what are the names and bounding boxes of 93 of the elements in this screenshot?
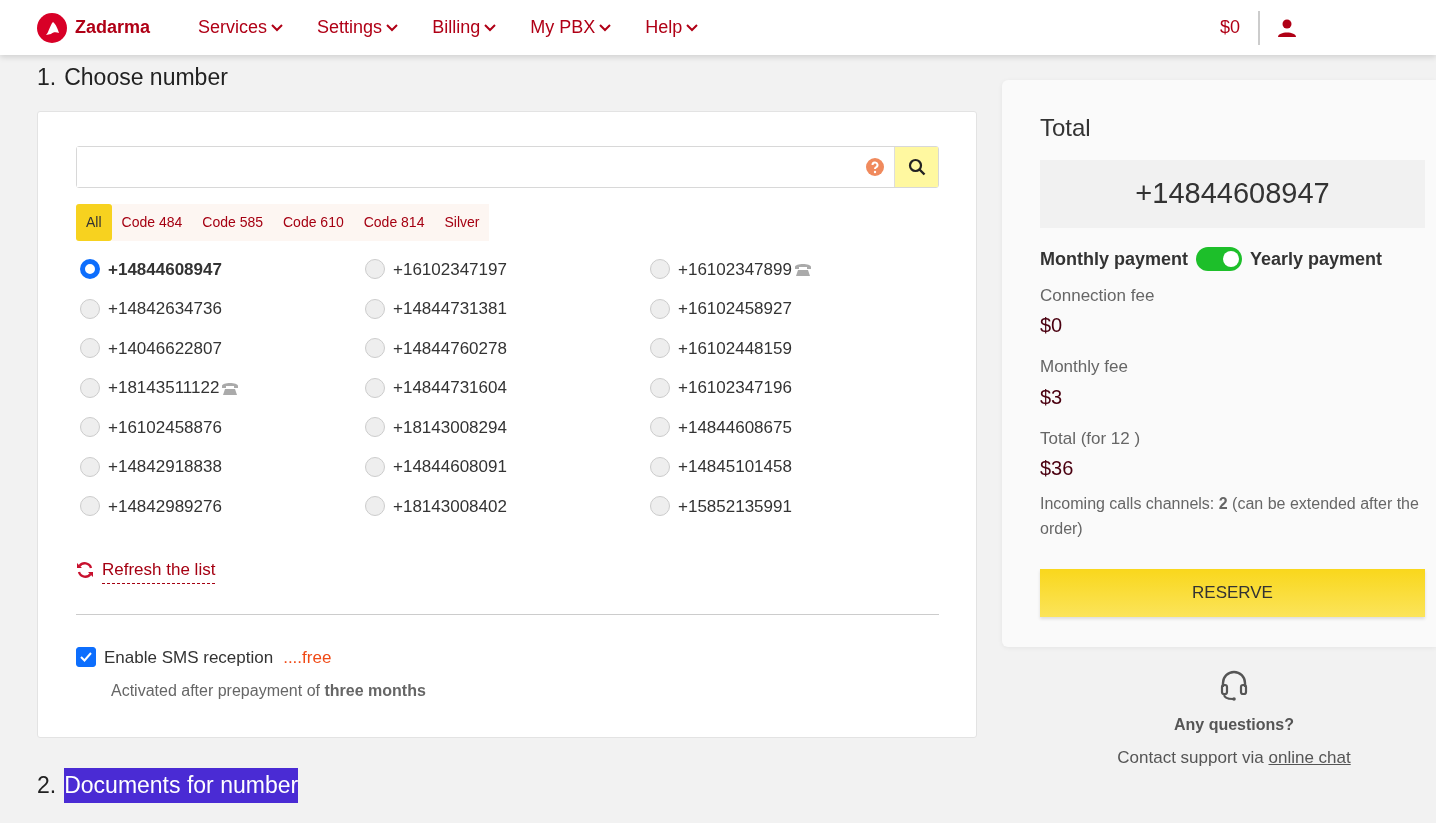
radio-button[interactable] — [80, 298, 100, 319]
sms-label[interactable]: Enable SMS reception — [104, 644, 274, 670]
help-icon[interactable] — [866, 157, 884, 176]
section-title: Documents for number — [64, 768, 299, 803]
menu-item[interactable]: Services — [198, 14, 284, 41]
fee-value: $0 — [1040, 313, 1064, 338]
chevron-down-icon — [599, 23, 612, 32]
radio-button[interactable] — [80, 338, 100, 359]
radio-button[interactable] — [650, 456, 670, 477]
step-number: 2. — [37, 771, 57, 800]
phone-number[interactable]: +18143008402 — [393, 493, 507, 519]
phone-number[interactable]: +16102448159 — [678, 335, 792, 361]
phone-number[interactable]: +14844608091 — [393, 454, 507, 480]
refresh-icon — [76, 561, 94, 580]
radio-button[interactable] — [80, 496, 100, 517]
channels-note: Incoming calls channels: 2 (can be extended after the order) — [1040, 494, 1420, 539]
phone-number[interactable]: +14845101458 — [678, 454, 792, 480]
balance-text[interactable]: $0 — [1219, 14, 1240, 41]
chevron-down-icon — [686, 23, 699, 32]
phone-number[interactable]: +14844731604 — [393, 375, 507, 401]
fee-value: $3 — [1040, 384, 1064, 410]
step-number: 1. — [37, 63, 57, 92]
radio-button[interactable] — [365, 377, 385, 398]
radio-button[interactable] — [650, 259, 670, 280]
filter-tab[interactable]: Code 484 — [111, 203, 193, 241]
filter-tab[interactable]: Silver — [434, 203, 490, 241]
phone-number[interactable]: +14844731381 — [393, 296, 507, 322]
user-icon[interactable] — [1278, 18, 1296, 37]
filter-tab[interactable]: All — [76, 203, 112, 241]
filter-tab[interactable]: Code 610 — [273, 203, 354, 241]
radio-button[interactable] — [365, 456, 385, 477]
fee-label: Monthly fee — [1040, 356, 1129, 378]
payment-toggle[interactable] — [1196, 247, 1242, 271]
filter-tab[interactable]: Code 585 — [192, 203, 273, 241]
chevron-down-icon — [386, 23, 399, 32]
menu-item[interactable]: My PBX — [530, 14, 612, 41]
chevron-down-icon — [484, 23, 497, 32]
headset-icon — [1219, 669, 1249, 701]
radio-button[interactable] — [365, 417, 385, 438]
menu-item[interactable]: Settings — [317, 14, 399, 41]
checkmark-icon — [80, 652, 92, 663]
phone-number[interactable]: +16102458876 — [108, 414, 222, 440]
sms-price: ....free — [283, 646, 332, 669]
phone-number[interactable]: +14046622807 — [108, 335, 222, 361]
phone-number[interactable]: +18143511122 — [108, 375, 220, 401]
menu-item[interactable]: Help — [645, 14, 699, 41]
panel-title: Total — [1040, 113, 1092, 143]
reserve-button[interactable]: RESERVE — [1040, 569, 1425, 617]
radio-button[interactable] — [80, 417, 100, 438]
logo-icon — [37, 12, 67, 43]
payment-option-label: Yearly payment — [1250, 247, 1383, 271]
phone-number[interactable]: +16102347197 — [393, 256, 507, 282]
selected-number: +14844608947 — [1040, 160, 1425, 228]
refresh-link[interactable]: Refresh the list — [102, 557, 216, 584]
phone-number[interactable]: +16102347899 — [678, 256, 792, 282]
fee-label: Total (for 12 ) — [1040, 427, 1142, 450]
phone-number[interactable]: +14842989276 — [108, 493, 222, 519]
filter-tab[interactable]: Code 814 — [353, 203, 435, 241]
radio-button[interactable] — [650, 338, 670, 359]
support-text: Contact support via online chat — [1116, 747, 1352, 769]
sms-note: Activated after prepayment of three months — [111, 681, 427, 701]
radio-button[interactable] — [650, 377, 670, 398]
fee-value: $36 — [1040, 456, 1075, 481]
radio-button[interactable] — [80, 377, 100, 398]
radio-button[interactable] — [650, 496, 670, 517]
radio-button[interactable] — [365, 338, 385, 359]
search-icon — [907, 157, 926, 176]
phone-number[interactable]: +14844608947 — [108, 256, 222, 282]
support-question: Any questions? — [1173, 715, 1295, 735]
phone-number[interactable]: +18143008294 — [393, 414, 507, 440]
radio-button[interactable] — [365, 496, 385, 517]
payment-option-label: Monthly payment — [1040, 247, 1188, 271]
phone-number[interactable]: +16102458927 — [678, 296, 792, 322]
radio-button[interactable] — [365, 259, 385, 280]
radio-button[interactable] — [365, 298, 385, 319]
chevron-down-icon — [271, 23, 284, 32]
menu-item[interactable]: Billing — [432, 14, 497, 41]
phone-number[interactable]: +16102347196 — [678, 375, 792, 401]
brand-name[interactable]: Zadarma — [75, 14, 151, 41]
search-button[interactable] — [894, 146, 938, 187]
radio-button[interactable] — [80, 259, 100, 280]
radio-button[interactable] — [650, 298, 670, 319]
section-title: Choose number — [64, 63, 228, 92]
chat-link[interactable]: online chat — [1268, 748, 1351, 767]
radio-button[interactable] — [80, 456, 100, 477]
fee-label: Connection fee — [1040, 284, 1156, 307]
radio-button[interactable] — [650, 417, 670, 438]
phone-number[interactable]: +15852135991 — [678, 493, 792, 519]
phone-number[interactable]: +14844760278 — [393, 335, 507, 361]
phone-number[interactable]: +14842634736 — [108, 296, 222, 322]
phone-number[interactable]: +14842918838 — [108, 454, 222, 480]
sms-checkbox[interactable] — [76, 647, 96, 668]
phone-number[interactable]: +14844608675 — [678, 414, 792, 440]
